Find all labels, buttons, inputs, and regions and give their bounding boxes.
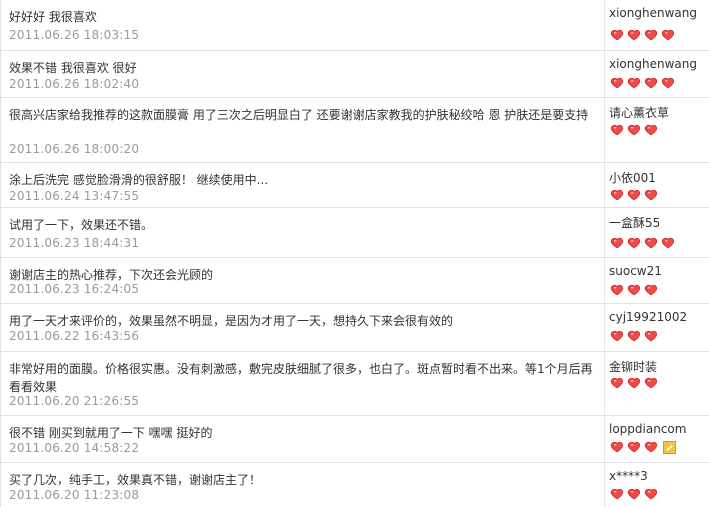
- review-row: 用了一天才来评价的，效果虽然不明显，是因为才用了一天，想持久下来会很有效的 20…: [1, 304, 709, 352]
- heart-rank-icon: [609, 237, 625, 249]
- heart-rank-icon: [643, 29, 659, 41]
- heart-rank-icon: [643, 377, 659, 389]
- review-row: 涂上后洗完 感觉脸滑滑的很舒服！ 继续使用中... 2011.06.24 13:…: [1, 163, 709, 208]
- column-divider: [604, 416, 605, 462]
- heart-rank-icon: [643, 124, 659, 136]
- heart-rank-icon: [626, 77, 642, 89]
- column-divider: [604, 98, 605, 162]
- reviewer-name[interactable]: 请心薰衣草: [609, 104, 669, 121]
- review-row: 非常好用的面膜。价格很实惠。没有刺激感，敷完皮肤细腻了很多，也白了。斑点暂时看不…: [1, 352, 709, 416]
- review-date: 2011.06.23 18:44:31: [9, 236, 140, 250]
- review-date: 2011.06.26 18:02:40: [9, 77, 140, 91]
- review-date: 2011.06.24 13:47:55: [9, 189, 140, 203]
- heart-rank-icon: [626, 237, 642, 249]
- review-date: 2011.06.20 21:26:55: [9, 394, 140, 408]
- heart-rank-icon: [609, 77, 625, 89]
- heart-rank-icon: [609, 124, 625, 136]
- column-divider: [604, 0, 605, 50]
- heart-rank-icon: [660, 29, 676, 41]
- column-divider: [604, 208, 605, 257]
- heart-rank-icon: [643, 77, 659, 89]
- column-divider: [604, 304, 605, 351]
- review-row: 谢谢店主的热心推荐，下次还会光顾的 2011.06.23 16:24:05 su…: [1, 258, 709, 304]
- reviewer-rank: [609, 330, 660, 342]
- review-date: 2011.06.26 18:00:20: [9, 142, 140, 156]
- review-row: 好好好 我很喜欢 2011.06.26 18:03:15 xionghenwan…: [1, 0, 709, 51]
- heart-rank-icon: [643, 330, 659, 342]
- reviewer-name[interactable]: loppdiancom: [609, 422, 686, 436]
- review-text: 很高兴店家给我推荐的这款面膜膏 用了三次之后明显白了 还要谢谢店家教我的护肤秘绞…: [9, 108, 589, 122]
- reviewer-name[interactable]: xionghenwang: [609, 57, 697, 71]
- reviewer-rank: [609, 488, 660, 500]
- review-row: 买了几次，纯手工，效果真不错，谢谢店主了！ 2011.06.20 11:23:0…: [1, 463, 709, 507]
- review-text: 好好好 我很喜欢: [9, 10, 97, 24]
- heart-rank-icon: [609, 441, 625, 453]
- reviewer-name[interactable]: 金铆时装: [609, 358, 657, 375]
- review-text: 很不错 刚买到就用了一下 嘿嘿 挺好的: [9, 426, 213, 440]
- review-row: 效果不错 我很喜欢 很好 2011.06.26 18:02:40 xionghe…: [1, 51, 709, 98]
- reviewer-rank: [609, 377, 660, 389]
- heart-rank-icon: [626, 284, 642, 296]
- reviewer-rank: [609, 284, 660, 296]
- review-row: 很高兴店家给我推荐的这款面膜膏 用了三次之后明显白了 还要谢谢店家教我的护肤秘绞…: [1, 98, 709, 163]
- heart-rank-icon: [626, 441, 642, 453]
- heart-rank-icon: [643, 189, 659, 201]
- reviewer-rank: [609, 77, 677, 89]
- review-text: 非常好用的面膜。价格很实惠。没有刺激感，敷完皮肤细腻了很多，也白了。斑点暂时看不…: [9, 362, 593, 394]
- heart-rank-icon: [626, 330, 642, 342]
- reviewer-rank: [609, 441, 676, 454]
- heart-rank-icon: [643, 488, 659, 500]
- reviewer-name[interactable]: cyj19921002: [609, 310, 687, 324]
- heart-rank-icon: [609, 189, 625, 201]
- review-text: 试用了一下，效果还不错。: [9, 218, 154, 232]
- heart-rank-icon: [626, 488, 642, 500]
- heart-rank-icon: [643, 441, 659, 453]
- heart-rank-icon: [609, 29, 625, 41]
- review-date: 2011.06.22 16:43:56: [9, 329, 140, 343]
- review-text: 用了一天才来评价的，效果虽然不明显，是因为才用了一天，想持久下来会很有效的: [9, 314, 454, 328]
- heart-rank-icon: [643, 237, 659, 249]
- review-date: 2011.06.26 18:03:15: [9, 28, 140, 42]
- review-date: 2011.06.23 16:24:05: [9, 282, 140, 296]
- reviewer-rank: [609, 29, 677, 41]
- column-divider: [604, 463, 605, 507]
- heart-rank-icon: [626, 29, 642, 41]
- heart-rank-icon: [660, 77, 676, 89]
- heart-rank-icon: [626, 124, 642, 136]
- review-row: 很不错 刚买到就用了一下 嘿嘿 挺好的 2011.06.20 14:58:22 …: [1, 416, 709, 463]
- review-text: 买了几次，纯手工，效果真不错，谢谢店主了！: [9, 473, 262, 487]
- review-row: 试用了一下，效果还不错。 2011.06.23 18:44:31 一盒酥55: [1, 208, 709, 258]
- reviewer-name[interactable]: x****3: [609, 469, 648, 483]
- review-date: 2011.06.20 14:58:22: [9, 441, 140, 455]
- column-divider: [604, 51, 605, 97]
- reviewer-rank: [609, 189, 660, 201]
- reviewer-rank: [609, 237, 677, 249]
- heart-rank-icon: [626, 189, 642, 201]
- vip-badge-icon: [663, 441, 676, 454]
- column-divider: [604, 163, 605, 207]
- reviewer-rank: [609, 124, 660, 136]
- column-divider: [604, 258, 605, 303]
- reviewer-name[interactable]: 小依001: [609, 169, 656, 186]
- review-text: 效果不错 我很喜欢 很好: [9, 61, 137, 75]
- heart-rank-icon: [626, 377, 642, 389]
- reviewer-name[interactable]: suocw21: [609, 264, 662, 278]
- heart-rank-icon: [609, 330, 625, 342]
- review-date: 2011.06.20 11:23:08: [9, 488, 140, 502]
- review-list: 好好好 我很喜欢 2011.06.26 18:03:15 xionghenwan…: [0, 0, 709, 507]
- review-text: 涂上后洗完 感觉脸滑滑的很舒服！ 继续使用中...: [9, 173, 269, 187]
- heart-rank-icon: [643, 284, 659, 296]
- reviewer-name[interactable]: 一盒酥55: [609, 214, 660, 231]
- column-divider: [604, 352, 605, 415]
- heart-rank-icon: [609, 488, 625, 500]
- heart-rank-icon: [609, 284, 625, 296]
- heart-rank-icon: [660, 237, 676, 249]
- reviewer-name[interactable]: xionghenwang: [609, 6, 697, 20]
- heart-rank-icon: [609, 377, 625, 389]
